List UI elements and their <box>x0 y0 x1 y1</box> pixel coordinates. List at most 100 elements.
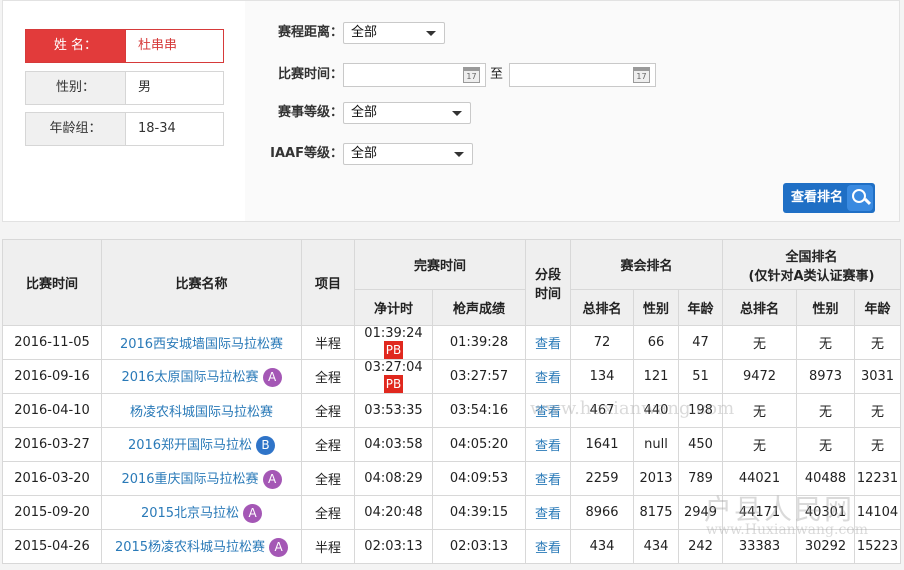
national-age-rank-text: 15223 <box>856 539 899 554</box>
level-select[interactable]: 全部 <box>343 102 471 124</box>
gun-time-text: 03:54:16 <box>449 403 509 418</box>
meet-age-rank-text: 242 <box>688 539 713 554</box>
race-date-text: 2016-09-16 <box>14 369 90 384</box>
start-date-input[interactable]: 17 <box>343 63 486 87</box>
net-time-text: 04:08:29 <box>364 471 423 486</box>
view-split-link-text[interactable]: 查看 <box>535 371 561 386</box>
meet-total-rank: 8966 <box>570 495 635 530</box>
national-total-rank-text: 无 <box>753 405 767 420</box>
iaaf-row: IAAF等级： 全部 <box>245 143 899 165</box>
view-split-link-text[interactable]: 查看 <box>535 439 561 454</box>
race-date-text: 2015-04-26 <box>14 539 90 554</box>
meet-gender-rank: 440 <box>633 393 680 428</box>
view-split-link[interactable]: 查看 <box>525 529 572 564</box>
race-name-link-text[interactable]: 2016西安城墙国际马拉松赛 <box>120 337 283 352</box>
race-item-text: 全程 <box>314 371 341 386</box>
end-date-input[interactable]: 17 <box>509 63 656 87</box>
header-net-time: 净计时 <box>354 289 433 326</box>
header-meet-rank: 赛会排名 <box>570 239 724 290</box>
race-name-link[interactable]: 2015杨凌农科城马拉松赛 A <box>101 529 302 564</box>
national-gender-rank: 无 <box>796 427 856 462</box>
view-split-link[interactable]: 查看 <box>525 325 572 360</box>
age-group-label: 年龄组： <box>26 113 126 145</box>
meet-gender-rank-text: 2013 <box>639 471 673 486</box>
race-item-text: 半程 <box>314 541 341 556</box>
race-name-link[interactable]: 2015北京马拉松 A <box>101 495 302 530</box>
view-split-link[interactable]: 查看 <box>525 495 572 530</box>
net-time-text: 01:39:24 <box>364 326 423 341</box>
race-item-text: 全程 <box>314 507 341 522</box>
view-split-link-text[interactable]: 查看 <box>535 337 561 352</box>
race-item: 全程 <box>301 427 355 462</box>
age-group-row: 年龄组： 18-34 <box>25 112 224 146</box>
national-gender-rank: 40301 <box>796 495 856 530</box>
view-split-link-text[interactable]: 查看 <box>535 507 561 522</box>
meet-total-rank: 1641 <box>570 427 635 462</box>
race-name-link-text[interactable]: 2016太原国际马拉松赛 <box>121 370 258 385</box>
race-name-link[interactable]: 2016西安城墙国际马拉松赛 <box>101 325 302 360</box>
iaaf-select[interactable]: 全部 <box>343 143 473 165</box>
view-split-link[interactable]: 查看 <box>525 393 572 428</box>
calendar-icon[interactable]: 17 <box>633 67 650 83</box>
national-age-rank: 无 <box>854 427 902 462</box>
view-split-link[interactable]: 查看 <box>525 427 572 462</box>
meet-total-rank: 467 <box>570 393 635 428</box>
meet-age-rank-text: 47 <box>692 335 709 350</box>
race-name-link-text[interactable]: 2015北京马拉松 <box>141 506 239 521</box>
distance-select[interactable]: 全部 <box>343 22 445 44</box>
national-age-rank-text: 12231 <box>856 471 899 486</box>
view-split-link-text[interactable]: 查看 <box>535 473 561 488</box>
national-total-rank: 无 <box>722 393 798 428</box>
header-race-name: 比赛名称 <box>101 239 302 326</box>
race-name-link[interactable]: 2016太原国际马拉松赛 A <box>101 359 302 394</box>
race-date-text: 2015-09-20 <box>14 505 90 520</box>
national-age-rank: 无 <box>854 325 902 360</box>
gun-time: 03:54:16 <box>431 393 527 428</box>
meet-gender-rank-text: 121 <box>643 369 669 384</box>
race-item: 半程 <box>301 325 355 360</box>
national-age-rank: 12231 <box>854 461 902 496</box>
header-split-line1: 分段 <box>535 267 562 283</box>
header-total-rank: 总排名 <box>570 289 635 326</box>
national-total-rank-text: 44171 <box>738 505 781 520</box>
race-level-badge: A <box>262 368 282 387</box>
header-date: 比赛时间 <box>2 239 102 326</box>
net-time-text: 03:27:04 <box>364 360 423 375</box>
view-split-link-text[interactable]: 查看 <box>535 405 561 420</box>
race-level-badge: A <box>243 504 263 523</box>
meet-gender-rank: 121 <box>633 359 680 394</box>
race-name-link[interactable]: 2016重庆国际马拉松赛 A <box>101 461 302 496</box>
table-row: 2016-09-16 2016太原国际马拉松赛 A 全程 03:27:04PB 03:27… <box>2 359 902 394</box>
race-name-link[interactable]: 杨凌农科城国际马拉松赛 <box>101 393 302 428</box>
chevron-down-icon <box>452 111 462 116</box>
race-name-link-text[interactable]: 2015杨凌农科城马拉松赛 <box>115 540 265 555</box>
view-split-link[interactable]: 查看 <box>525 461 572 496</box>
view-ranking-button[interactable]: 查看排名 <box>783 183 875 213</box>
race-name-link-text[interactable]: 2016郑开国际马拉松 <box>128 438 252 453</box>
net-time-text: 04:20:48 <box>364 505 423 520</box>
filter-form: 赛程距离： 全部 比赛时间： 17 至 17 赛事等级： 全部 IAAF等级： <box>245 1 899 221</box>
calendar-icon[interactable]: 17 <box>463 67 480 83</box>
race-name-link-text[interactable]: 杨凌农科城国际马拉松赛 <box>130 405 273 420</box>
meet-gender-rank: null <box>633 427 680 462</box>
header-split: 分段 时间 <box>525 239 572 326</box>
meet-total-rank-text: 8966 <box>585 505 619 520</box>
race-date: 2016-09-16 <box>2 359 102 394</box>
view-split-link-text[interactable]: 查看 <box>535 541 561 556</box>
meet-total-rank: 2259 <box>570 461 635 496</box>
gender-label: 性别： <box>26 72 126 104</box>
distance-row: 赛程距离： 全部 <box>245 22 899 44</box>
national-gender-rank: 无 <box>796 325 856 360</box>
race-item: 全程 <box>301 495 355 530</box>
gun-time: 02:03:13 <box>431 529 527 564</box>
race-name-link-text[interactable]: 2016重庆国际马拉松赛 <box>121 472 258 487</box>
header-national-gender: 性别 <box>796 289 856 326</box>
race-name-link[interactable]: 2016郑开国际马拉松 B <box>101 427 302 462</box>
gun-time: 01:39:28 <box>431 325 527 360</box>
gun-time-text: 02:03:13 <box>449 539 509 554</box>
gun-time: 04:39:15 <box>431 495 527 530</box>
national-total-rank-text: 33383 <box>738 539 781 554</box>
view-split-link[interactable]: 查看 <box>525 359 572 394</box>
national-gender-rank-text: 40488 <box>804 471 847 486</box>
meet-age-rank-text: 789 <box>688 471 713 486</box>
